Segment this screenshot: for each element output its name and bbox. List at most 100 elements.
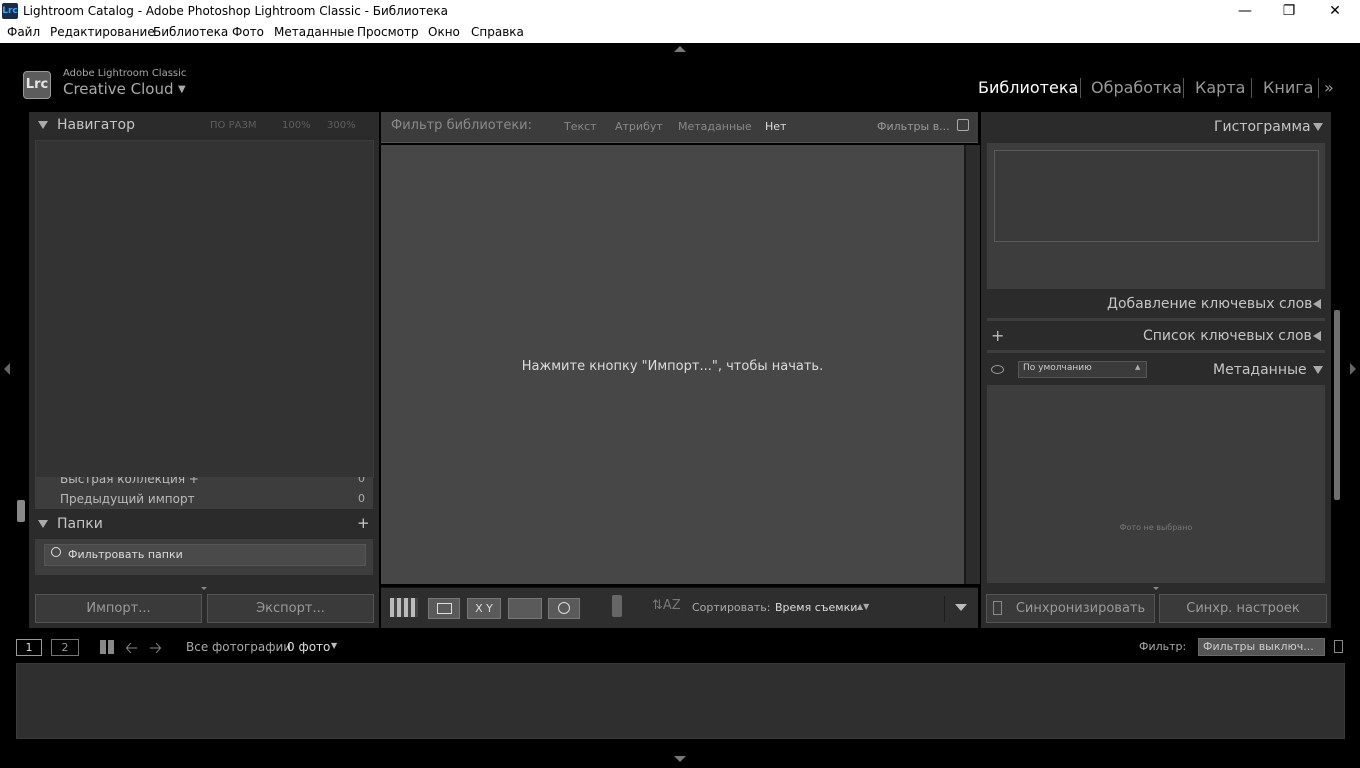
forward-arrow-icon[interactable]: 🡢 [149,637,162,664]
folders-collapse-icon[interactable] [38,520,48,528]
folders-title[interactable]: Папки [57,516,103,532]
survey-view-icon[interactable] [508,598,542,619]
histogram-collapse-icon[interactable] [1313,123,1323,131]
chevron-updown-icon: ▲ [1135,363,1141,371]
navigator-preview[interactable] [35,140,374,478]
sort-select[interactable]: Время съемки [775,601,857,614]
secondary-monitor-button[interactable]: 2 [51,639,79,656]
zoom-300[interactable]: 300% [327,120,356,131]
app-icon: Lrc [2,3,18,19]
people-view-icon[interactable] [548,598,580,619]
toolbar-divider [944,596,945,622]
painter-icon[interactable] [612,595,622,617]
sync-toggle-icon[interactable] [993,601,1002,615]
filter-text[interactable]: Текст [564,120,597,133]
menu-bar: Файл Редактирование Библиотека Фото Мета… [0,23,1360,44]
module-separator [1318,78,1319,98]
window-title: Lightroom Catalog - Adobe Photoshop Ligh… [23,4,448,18]
no-photo-selected-text: Фото не выбрано [1119,523,1193,532]
grid-scrollbar[interactable] [964,145,980,584]
filmstrip-filter-select[interactable]: Фильтры выключ... [1198,638,1325,656]
filter-lock-icon[interactable] [1334,640,1343,653]
identity-menu-icon[interactable]: ▼ [178,84,186,95]
collapse-bottom-icon[interactable] [674,756,686,762]
list-item-count: 0 [358,492,365,505]
sort-direction-icon[interactable]: ⇅AZ [652,598,681,613]
filmstrip-filter-value: Фильтры выключ... [1203,640,1314,653]
collapse-top-icon[interactable] [674,46,686,52]
module-book[interactable]: Книга [1263,78,1313,97]
folder-filter-input[interactable]: Фильтровать папки [44,544,366,566]
left-panel-toggle-icon[interactable] [4,363,10,375]
filter-attribute[interactable]: Атрибут [615,120,663,133]
menu-help[interactable]: Справка [471,25,524,39]
zoom-fit[interactable]: ПО РАЗМ [210,120,256,131]
menu-photo[interactable]: Фото [232,25,264,39]
histogram-display[interactable] [994,150,1319,242]
import-button[interactable]: Импорт... [35,594,202,623]
module-library[interactable]: Библиотека [978,78,1078,97]
filmstrip-count[interactable]: 0 фото [287,640,330,654]
panel-resize-icon[interactable] [1153,587,1159,590]
catalog-list: Быстрая коллекция + 0 Предыдущий импорт … [35,477,373,509]
panel-divider [987,350,1325,353]
export-button[interactable]: Экспорт... [207,594,374,623]
grid-view-icon[interactable] [390,598,418,617]
filmstrip-filter-label: Фильтр: [1139,640,1187,653]
add-folder-icon[interactable]: + [357,514,370,532]
list-item-previous-import[interactable]: Предыдущий импорт [60,492,195,506]
menu-file[interactable]: Файл [7,25,40,39]
lock-icon[interactable] [957,119,969,131]
identity-big-text[interactable]: Creative Cloud [63,80,174,98]
left-panel-scrollbar[interactable] [17,500,25,522]
eye-icon[interactable] [991,365,1004,374]
back-arrow-icon[interactable]: 🡠 [125,637,138,664]
menu-metadata[interactable]: Метаданные [274,25,354,39]
sync-metadata-button[interactable]: Синхронизировать [986,594,1155,623]
module-develop[interactable]: Обработка [1091,78,1182,97]
navigator-collapse-icon[interactable] [38,121,48,129]
filter-presets-menu[interactable]: Фильтры в... [877,120,950,133]
identity-plate [0,43,1360,111]
zoom-100[interactable]: 100% [282,120,311,131]
keywording-expand-icon[interactable] [1313,299,1321,309]
metadata-title[interactable]: Метаданные [1213,362,1307,378]
module-separator [1251,78,1252,98]
histogram-title[interactable]: Гистограмма [1214,119,1311,135]
grid-icon[interactable] [100,640,114,654]
module-map[interactable]: Карта [1195,78,1245,97]
keyword-list-expand-icon[interactable] [1313,331,1321,341]
keywording-title[interactable]: Добавление ключевых слов [1107,296,1312,312]
panel-resize-icon[interactable] [201,587,207,590]
filter-none[interactable]: Нет [765,120,786,133]
filmstrip[interactable] [16,663,1345,739]
filter-metadata[interactable]: Метаданные [678,120,752,133]
close-button[interactable]: ✕ [1312,0,1358,23]
maximize-button[interactable]: ❐ [1266,0,1312,23]
sort-chevron-icon[interactable]: ▲▼ [857,602,869,611]
toolbar-menu-icon[interactable] [955,604,967,611]
menu-edit[interactable]: Редактирование [50,25,155,39]
menu-library[interactable]: Библиотека [153,25,228,39]
source-dropdown-icon[interactable]: ▼ [331,641,337,650]
keyword-list-title[interactable]: Список ключевых слов [1143,328,1312,344]
right-panel-toggle-icon[interactable] [1350,363,1356,375]
module-separator [1183,78,1184,98]
metadata-preset-select[interactable]: По умолчанию ▲ [1018,361,1147,378]
empty-import-message: Нажмите кнопку "Импорт...", чтобы начать… [521,359,824,374]
sync-settings-button[interactable]: Синхр. настроек [1159,594,1327,623]
navigator-title[interactable]: Навигатор [57,117,135,133]
metadata-preset-value: По умолчанию [1023,363,1092,373]
menu-view[interactable]: Просмотр [357,25,419,39]
right-panel-scrollbar[interactable] [1334,310,1340,500]
metadata-collapse-icon[interactable] [1313,366,1323,374]
filmstrip-source[interactable]: Все фотографии [186,640,291,654]
list-item-quick-collection[interactable]: Быстрая коллекция + [60,477,199,486]
modules-more-icon[interactable]: » [1324,78,1334,97]
primary-monitor-button[interactable]: 1 [16,639,42,656]
minimize-button[interactable]: — [1222,0,1268,23]
keyword-add-icon[interactable]: + [991,326,1004,345]
loupe-view-icon[interactable] [428,598,460,619]
compare-view-icon[interactable]: X Y [467,598,501,619]
menu-window[interactable]: Окно [428,25,460,39]
